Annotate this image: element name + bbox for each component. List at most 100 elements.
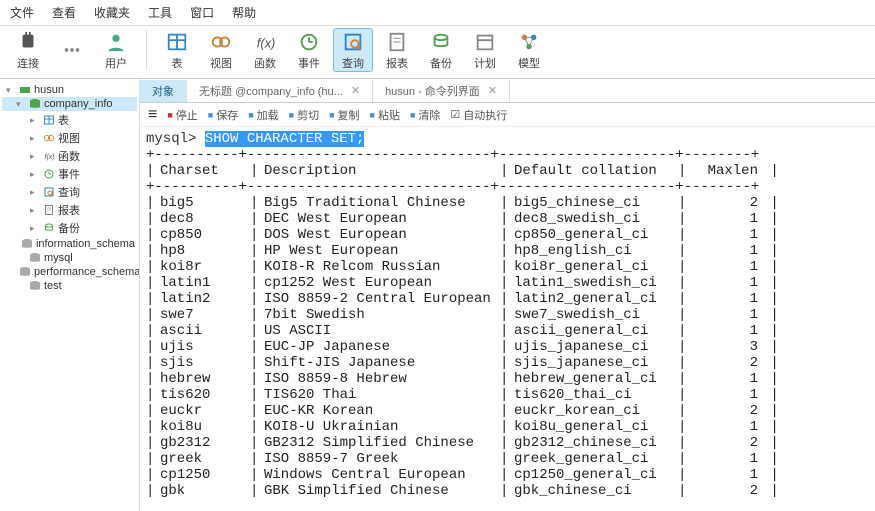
hamburger-icon[interactable]: ≡ [148, 106, 157, 124]
menu-item[interactable]: 工具 [148, 4, 172, 21]
tree-item[interactable]: mysql [2, 251, 137, 265]
user-icon [104, 30, 128, 54]
pipe: | [146, 387, 160, 403]
toolbar-table-button[interactable]: 表 [157, 28, 197, 72]
expand-icon[interactable]: ▸ [30, 115, 40, 126]
menu-item[interactable]: 帮助 [232, 4, 256, 21]
tree-item[interactable]: ▸f(x)函数 [2, 147, 137, 165]
cell-c4: 2 [692, 403, 762, 419]
table-icon [43, 114, 55, 126]
view-icon [43, 132, 55, 144]
toolbar-sched-button[interactable]: 计划 [465, 28, 505, 72]
pipe: | [250, 307, 264, 323]
editbar-label: 自动执行 [463, 107, 507, 123]
tree-item[interactable]: performance_schema [2, 265, 137, 279]
toolbar-view-button[interactable]: 视图 [201, 28, 241, 72]
svg-text:f(x): f(x) [45, 154, 55, 161]
cell-c4: 1 [692, 387, 762, 403]
tab[interactable]: 无标题 @company_info (hu...✕ [187, 80, 373, 102]
tree-label: mysql [44, 252, 73, 264]
result-row: | koi8u| KOI8-U Ukrainian| koi8u_general… [146, 419, 869, 435]
pipe: | [250, 467, 264, 483]
tree-item[interactable]: ▸报表 [2, 201, 137, 219]
report-icon [385, 30, 409, 54]
pipe: | [762, 339, 776, 355]
tree-item[interactable]: ▸表 [2, 111, 137, 129]
toolbar-model-button[interactable]: 模型 [509, 28, 549, 72]
editbar-paste-button[interactable]: ■粘贴 [370, 107, 400, 123]
menu-item[interactable]: 窗口 [190, 4, 214, 21]
pipe: | [678, 451, 692, 467]
expand-icon[interactable]: ▸ [30, 187, 40, 198]
svg-text:f(x): f(x) [257, 35, 276, 50]
dots-icon [60, 38, 84, 62]
tree-item[interactable]: ▸ 事件 [2, 165, 137, 183]
menu-item[interactable]: 文件 [10, 4, 34, 21]
cell-c2: cp1252 West European [264, 275, 500, 291]
toolbar-label: 模型 [518, 55, 540, 71]
expand-icon[interactable]: ▾ [6, 85, 16, 96]
cell-c1: greek [160, 451, 250, 467]
cell-c3: ujis_japanese_ci [514, 339, 678, 355]
sql-console[interactable]: mysql> SHOW CHARACTER SET;+----------+--… [140, 127, 875, 511]
tree-item[interactable]: ▸视图 [2, 129, 137, 147]
cell-c2: Description [264, 163, 500, 179]
pipe: | [500, 339, 514, 355]
tree-item[interactable]: ▾company_info [2, 97, 137, 111]
tree-item[interactable]: ▸ 备份 [2, 219, 137, 237]
cell-c2: EUC-JP Japanese [264, 339, 500, 355]
pipe: | [762, 323, 776, 339]
menu-item[interactable]: 收藏夹 [94, 4, 130, 21]
tree-item[interactable]: test [2, 279, 137, 293]
toolbar-dots-button[interactable] [52, 28, 92, 72]
expand-icon[interactable]: ▸ [30, 151, 40, 162]
pipe: | [762, 259, 776, 275]
tree-item[interactable]: ▾husun [2, 83, 137, 97]
editbar-copy-button[interactable]: ■复制 [329, 107, 359, 123]
pipe: | [146, 291, 160, 307]
pipe: | [762, 163, 776, 179]
cell-c1: euckr [160, 403, 250, 419]
toolbar-clock-button[interactable]: 事件 [289, 28, 329, 72]
cell-c3: hp8_english_ci [514, 243, 678, 259]
cell-c1: latin1 [160, 275, 250, 291]
toolbar-user-button[interactable]: 用户 [96, 28, 136, 72]
editbar-save-button[interactable]: ■保存 [208, 107, 238, 123]
expand-icon[interactable]: ▸ [30, 169, 40, 180]
expand-icon[interactable]: ▾ [16, 99, 26, 110]
close-icon[interactable]: ✕ [351, 84, 360, 97]
expand-icon[interactable]: ▸ [30, 223, 40, 234]
editbar-auto-button[interactable]: ☑自动执行 [450, 107, 507, 123]
editbar-load-button[interactable]: ■加载 [248, 107, 278, 123]
editbar-cut-button[interactable]: ■剪切 [289, 107, 319, 123]
pipe: | [250, 259, 264, 275]
tree-label: 事件 [58, 166, 80, 182]
cell-c4: 1 [692, 467, 762, 483]
tree-item[interactable]: ▸查询 [2, 183, 137, 201]
pipe: | [762, 275, 776, 291]
expand-icon[interactable]: ▸ [30, 133, 40, 144]
toolbar-backup-button[interactable]: 备份 [421, 28, 461, 72]
toolbar-query-button[interactable]: 查询 [333, 28, 373, 72]
menu-item[interactable]: 查看 [52, 4, 76, 21]
tree-item[interactable]: information_schema [2, 237, 137, 251]
toolbar-plug-button[interactable]: 连接 [8, 28, 48, 72]
tab[interactable]: husun - 命令列界面✕ [373, 80, 510, 102]
pipe: | [146, 307, 160, 323]
toolbar-report-button[interactable]: 报表 [377, 28, 417, 72]
tab[interactable]: 对象 [140, 80, 187, 102]
editbar-clear-button[interactable]: ■清除 [410, 107, 440, 123]
pipe: | [250, 419, 264, 435]
expand-icon[interactable]: ▸ [30, 205, 40, 216]
pipe: | [250, 195, 264, 211]
editbar-label: 剪切 [297, 107, 319, 123]
pipe: | [762, 403, 776, 419]
pipe: | [500, 467, 514, 483]
close-icon[interactable]: ✕ [488, 84, 497, 97]
editbar-stop-button[interactable]: ■停止 [167, 107, 197, 123]
tree-label: 备份 [58, 220, 80, 236]
toolbar-fx-button[interactable]: f(x)函数 [245, 28, 285, 72]
toolbar-label: 查询 [342, 55, 364, 71]
sql-command[interactable]: SHOW CHARACTER SET; [205, 131, 365, 147]
pipe: | [250, 387, 264, 403]
